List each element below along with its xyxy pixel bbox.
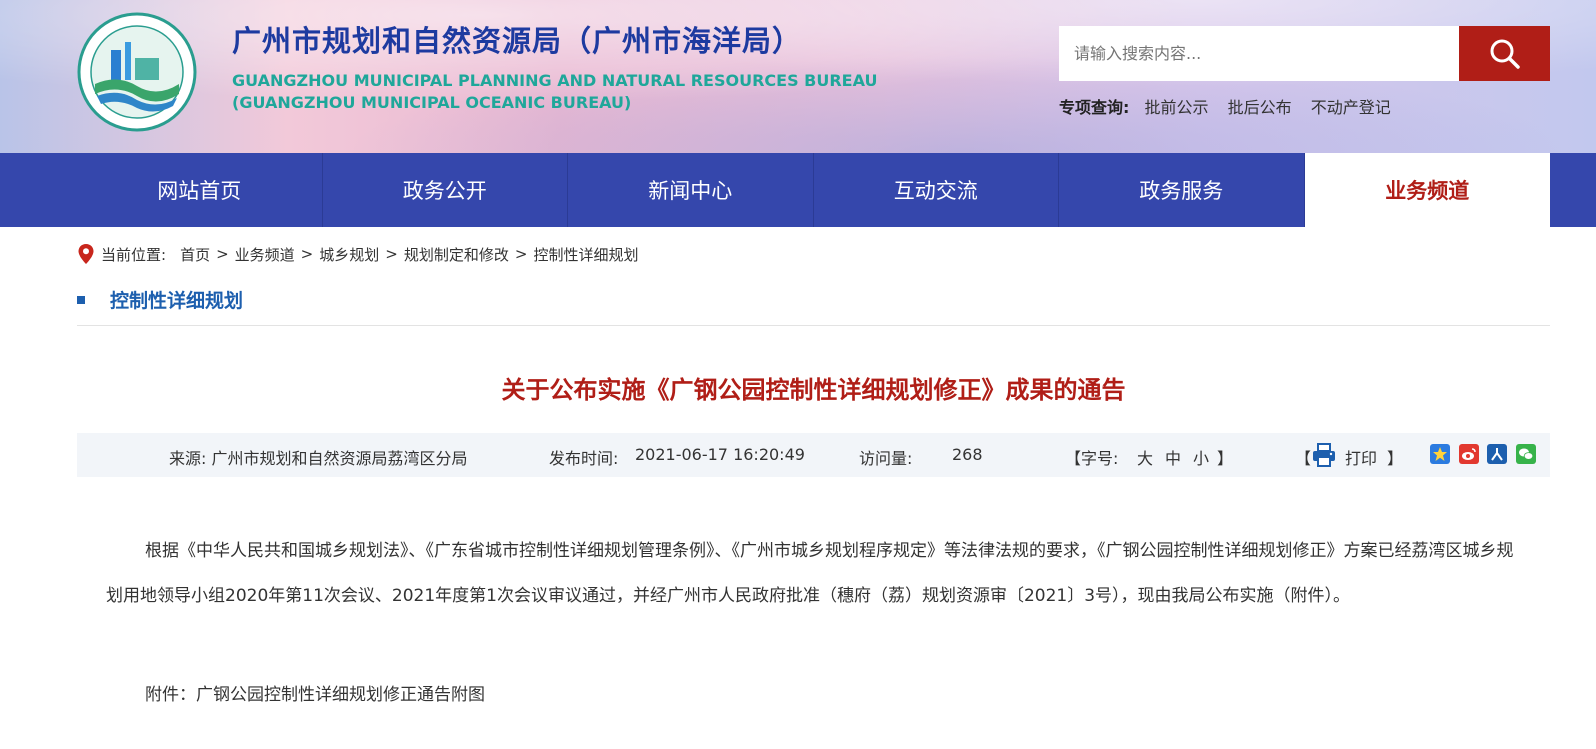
wechat-share-icon[interactable] <box>1516 444 1536 464</box>
breadcrumb-urban-planning[interactable]: 城乡规划 <box>319 244 379 265</box>
star-icon <box>1433 447 1447 461</box>
breadcrumb-business[interactable]: 业务频道 <box>235 244 295 265</box>
section-title-text: 控制性详细规划 <box>110 290 244 312</box>
search-icon <box>1490 39 1520 69</box>
font-size-bracket-close: 】 <box>1217 449 1234 468</box>
publish-time: 2021-06-17 16:20:49 <box>635 445 805 464</box>
article-body: 根据《中华人民共和国城乡规划法》、《广东省城市控制性详细规划管理条例》、《广州市… <box>106 529 1526 618</box>
views-label: 访问量: <box>859 449 913 468</box>
site-title-en: GUANGZHOU MUNICIPAL PLANNING AND NATURAL… <box>232 70 878 114</box>
nav-item-interaction[interactable]: 互动交流 <box>814 153 1059 227</box>
section-marker <box>77 295 85 304</box>
print-button[interactable]: 打印 <box>1345 445 1377 469</box>
special-query-label: 专项查询: <box>1059 98 1130 117</box>
site-title-en-line1: GUANGZHOU MUNICIPAL PLANNING AND NATURAL… <box>232 71 878 90</box>
article-title: 关于公布实施《广钢公园控制性详细规划修正》成果的通告 <box>501 376 1126 404</box>
wechat-icon <box>1519 448 1534 460</box>
site-title-cn: 广州市规划和自然资源局（广州市海洋局） <box>232 24 803 58</box>
breadcrumb-separator: > <box>216 245 229 263</box>
print-bracket-open: 【 <box>1295 449 1312 468</box>
renren-share-icon[interactable] <box>1487 444 1507 464</box>
site-title-en-line2: (GUANGZHOU MUNICIPAL OCEANIC BUREAU) <box>232 93 632 112</box>
views-count: 268 <box>952 445 983 464</box>
article-source: 来源: 广州市规划和自然资源局荔湾区分局 <box>169 449 468 468</box>
special-link-real-estate[interactable]: 不动产登记 <box>1311 98 1391 117</box>
person-icon <box>1491 448 1503 461</box>
font-size-small-button[interactable]: 小 <box>1193 445 1209 469</box>
article-paragraph: 根据《中华人民共和国城乡规划法》、《广东省城市控制性详细规划管理条例》、《广州市… <box>106 541 1514 606</box>
section-divider <box>77 325 1550 326</box>
location-pin-icon <box>78 244 94 264</box>
special-link-pre-approval[interactable]: 批前公示 <box>1145 98 1209 117</box>
nav-item-services[interactable]: 政务服务 <box>1059 153 1305 227</box>
article-meta-bar: 来源: 广州市规划和自然资源局荔湾区分局 发布时间: 2021-06-17 16… <box>77 433 1550 477</box>
breadcrumb-separator: > <box>385 245 398 263</box>
nav-item-home[interactable]: 网站首页 <box>77 153 323 227</box>
search-input[interactable] <box>1059 26 1459 81</box>
font-size-large-button[interactable]: 大 <box>1137 445 1153 469</box>
font-size-label: 【字号: <box>1065 449 1119 468</box>
breadcrumb-label: 当前位置: <box>101 245 167 264</box>
font-size-medium-button[interactable]: 中 <box>1165 445 1181 469</box>
search-button[interactable] <box>1459 26 1550 81</box>
breadcrumb-home[interactable]: 首页 <box>180 244 210 265</box>
special-query: 专项查询: 批前公示 批后公布 不动产登记 <box>1059 94 1405 118</box>
site-header: 广州市规划和自然资源局（广州市海洋局） GUANGZHOU MUNICIPAL … <box>0 0 1596 153</box>
main-nav: 网站首页 政务公开 新闻中心 互动交流 政务服务 业务频道 <box>77 153 1550 227</box>
search-box <box>1059 26 1459 81</box>
weibo-icon <box>1462 448 1476 460</box>
breadcrumb: 当前位置: 首页 > 业务频道 > 城乡规划 > 规划制定和修改 > 控制性详细… <box>77 243 638 265</box>
breadcrumb-separator: > <box>300 245 314 263</box>
bureau-logo <box>77 12 197 132</box>
special-link-post-approval[interactable]: 批后公布 <box>1228 98 1292 117</box>
nav-item-business[interactable]: 业务频道 <box>1304 153 1550 227</box>
nav-item-gov-affairs[interactable]: 政务公开 <box>323 153 568 227</box>
article-attachment[interactable]: 附件：广钢公园控制性详细规划修正通告附图 <box>145 680 485 705</box>
breadcrumb-detailed-plan[interactable]: 控制性详细规划 <box>533 244 638 265</box>
weibo-share-icon[interactable] <box>1459 444 1479 464</box>
breadcrumb-plan-revision[interactable]: 规划制定和修改 <box>404 244 509 265</box>
print-bracket-close: 】 <box>1387 449 1404 468</box>
section-title: 控制性详细规划 <box>77 286 243 313</box>
printer-icon[interactable] <box>1311 442 1337 468</box>
qzone-share-icon[interactable] <box>1430 444 1450 464</box>
nav-item-news[interactable]: 新闻中心 <box>568 153 814 227</box>
breadcrumb-separator: > <box>514 245 528 263</box>
publish-time-label: 发布时间: <box>549 449 619 468</box>
